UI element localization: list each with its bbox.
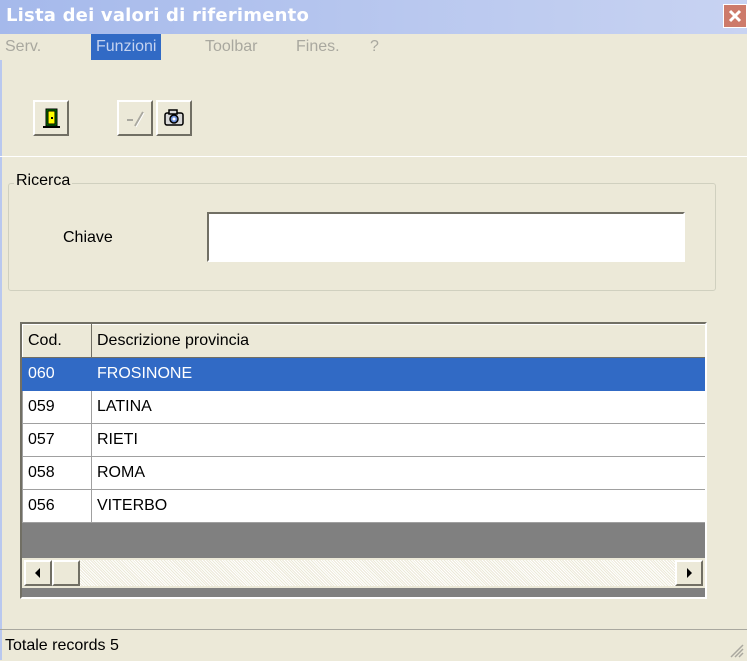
search-group-label: Ricerca: [14, 172, 73, 190]
cell-cod[interactable]: 056: [22, 489, 92, 523]
arrow-left-icon: [35, 568, 40, 578]
cell-cod[interactable]: 059: [22, 390, 92, 424]
scrollbar-track[interactable]: [52, 560, 675, 586]
close-icon: [728, 9, 742, 23]
table-row[interactable]: 057 RIETI: [22, 423, 705, 457]
resize-grip-icon[interactable]: [730, 644, 744, 658]
table-row[interactable]: 058 ROMA: [22, 456, 705, 490]
cell-descrizione[interactable]: VITERBO: [91, 489, 705, 523]
table-row[interactable]: 056 VITERBO: [22, 489, 705, 523]
status-bar: Totale records 5: [0, 629, 747, 661]
key-label: Chiave: [63, 229, 113, 246]
horizontal-scrollbar[interactable]: [22, 558, 705, 588]
cell-descrizione[interactable]: LATINA: [91, 390, 705, 424]
camera-icon: [164, 109, 184, 126]
record-count: Totale records 5: [5, 637, 119, 654]
arrow-right-icon: [687, 568, 692, 578]
column-header-descrizione[interactable]: Descrizione provincia: [91, 324, 705, 358]
window-left-edge: [0, 0, 2, 660]
cell-cod[interactable]: 060: [22, 357, 92, 391]
menu-fines[interactable]: Fines.: [291, 34, 345, 60]
title-bar[interactable]: Lista dei valori di riferimento: [0, 0, 747, 34]
scroll-left-button[interactable]: [24, 560, 52, 586]
results-table: Cod. Descrizione provincia 060 FROSINONE…: [22, 324, 705, 523]
exit-door-icon: [43, 108, 60, 128]
table-row[interactable]: 060 FROSINONE: [22, 357, 705, 391]
camera-button[interactable]: [156, 100, 192, 136]
window-title: Lista dei valori di riferimento: [6, 5, 310, 26]
exit-button[interactable]: [33, 100, 69, 136]
menu-bar: Serv. Funzioni Toolbar Fines. ?: [0, 34, 747, 60]
header-row: Cod. Descrizione provincia: [22, 324, 705, 358]
results-grid[interactable]: Cod. Descrizione provincia 060 FROSINONE…: [20, 322, 707, 599]
edit-disabled-icon: [127, 111, 145, 128]
cell-cod[interactable]: 057: [22, 423, 92, 457]
menu-funzioni[interactable]: Funzioni: [91, 34, 162, 60]
toolbar-separator: [0, 156, 747, 157]
scroll-right-button[interactable]: [675, 560, 703, 586]
menu-help[interactable]: ?: [365, 34, 384, 60]
menu-serv[interactable]: Serv.: [0, 34, 46, 60]
cell-descrizione[interactable]: RIETI: [91, 423, 705, 457]
edit-button[interactable]: [117, 100, 153, 136]
cell-descrizione[interactable]: ROMA: [91, 456, 705, 490]
menu-toolbar[interactable]: Toolbar: [200, 34, 262, 60]
key-input[interactable]: [207, 212, 685, 262]
table-row[interactable]: 059 LATINA: [22, 390, 705, 424]
column-header-cod[interactable]: Cod.: [22, 324, 92, 358]
close-button[interactable]: [723, 4, 747, 28]
scrollbar-thumb[interactable]: [52, 560, 80, 586]
cell-descrizione[interactable]: FROSINONE: [91, 357, 705, 391]
cell-cod[interactable]: 058: [22, 456, 92, 490]
